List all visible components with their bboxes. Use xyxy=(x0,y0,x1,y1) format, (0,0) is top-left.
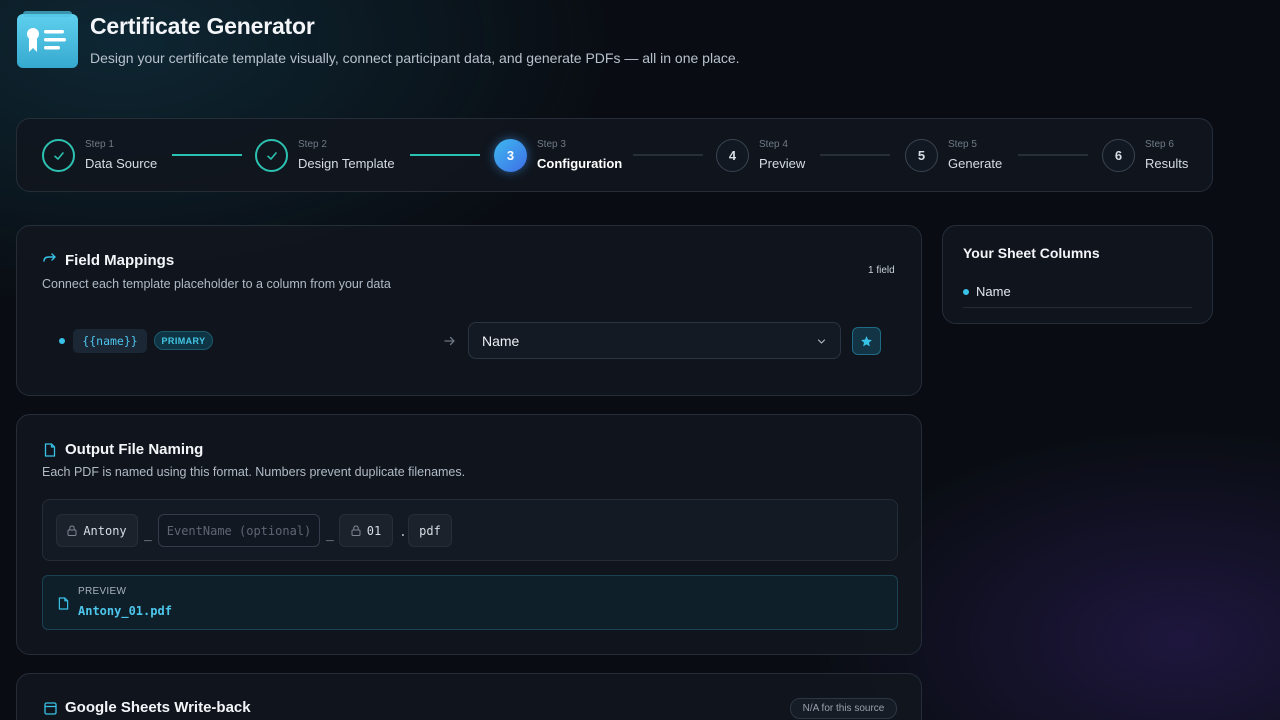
extension-chip: pdf xyxy=(408,514,452,547)
field-mappings-title: Field Mappings xyxy=(65,252,175,269)
number-part-value: 01 xyxy=(366,523,382,538)
step-4-circle[interactable]: 4 xyxy=(716,139,749,172)
field-count: 1 field xyxy=(868,265,895,276)
output-naming-title: Output File Naming xyxy=(65,441,204,458)
filename-preview: PREVIEW Antony_01.pdf xyxy=(42,575,898,630)
step-3-label[interactable]: Configuration xyxy=(537,156,622,171)
dot-separator: . xyxy=(399,525,407,540)
step-connector xyxy=(820,154,890,156)
page-title: Certificate Generator xyxy=(90,13,315,39)
step-4-label[interactable]: Preview xyxy=(759,156,805,171)
field-mappings-description: Connect each template placeholder to a c… xyxy=(42,277,391,291)
preview-label: PREVIEW xyxy=(78,586,127,597)
step-6-label[interactable]: Results xyxy=(1145,156,1188,171)
step-connector xyxy=(633,154,703,156)
lock-icon xyxy=(67,525,77,536)
set-primary-star-button[interactable] xyxy=(852,327,881,355)
separator: _ xyxy=(144,527,152,542)
extension-value: pdf xyxy=(419,523,441,538)
write-back-panel: Google Sheets Write-back N/A for this so… xyxy=(16,673,922,720)
name-part-chip: Antony xyxy=(56,514,138,547)
lock-icon xyxy=(351,525,361,536)
arrow-right-icon xyxy=(444,336,455,346)
event-name-input[interactable]: EventName (optional) xyxy=(158,514,320,547)
placeholder-chip: {{name}} xyxy=(73,329,147,353)
chevron-down-icon xyxy=(817,339,826,344)
step-connector xyxy=(410,154,480,156)
column-select[interactable]: Name xyxy=(468,322,841,359)
number-part-chip: 01 xyxy=(339,514,393,547)
stepper: Step 1 Data Source Step 2 Design Templat… xyxy=(16,118,1213,192)
step-4-number: Step 4 xyxy=(759,139,788,150)
na-badge: N/A for this source xyxy=(790,698,897,719)
name-part-value: Antony xyxy=(83,523,127,538)
sheet-columns-title: Your Sheet Columns xyxy=(963,245,1100,261)
star-icon xyxy=(861,335,872,346)
sheet-columns-panel: Your Sheet Columns Name xyxy=(942,225,1213,324)
file-icon xyxy=(58,597,69,610)
mapping-status-dot xyxy=(59,338,65,344)
step-6-circle[interactable]: 6 xyxy=(1102,139,1135,172)
column-divider xyxy=(963,307,1192,308)
step-5-number: Step 5 xyxy=(948,139,977,150)
step-2-label[interactable]: Design Template xyxy=(298,156,395,171)
column-select-value: Name xyxy=(482,333,520,349)
column-dot xyxy=(963,289,969,295)
output-naming-panel: Output File Naming Each PDF is named usi… xyxy=(16,414,922,655)
primary-badge: PRIMARY xyxy=(154,331,213,350)
link-arrow-icon xyxy=(43,253,56,262)
step-3-circle[interactable]: 3 xyxy=(494,139,527,172)
preview-filename: Antony_01.pdf xyxy=(78,604,172,618)
step-1-label[interactable]: Data Source xyxy=(85,156,157,171)
page-subtitle: Design your certificate template visuall… xyxy=(90,50,740,66)
step-1-check-icon[interactable] xyxy=(42,139,75,172)
step-3-number: Step 3 xyxy=(537,139,566,150)
write-back-title: Google Sheets Write-back xyxy=(65,699,251,716)
step-1-number: Step 1 xyxy=(85,139,114,150)
step-2-number: Step 2 xyxy=(298,139,327,150)
step-2-check-icon[interactable] xyxy=(255,139,288,172)
app-logo-icon xyxy=(17,11,78,68)
output-naming-description: Each PDF is named using this format. Num… xyxy=(42,465,466,479)
separator: _ xyxy=(326,527,334,542)
file-icon xyxy=(44,443,56,457)
step-5-circle[interactable]: 5 xyxy=(905,139,938,172)
sheet-column-item: Name xyxy=(976,284,1011,299)
step-connector xyxy=(1018,154,1088,156)
step-5-label[interactable]: Generate xyxy=(948,156,1002,171)
step-6-number: Step 6 xyxy=(1145,139,1174,150)
field-mappings-panel: Field Mappings Connect each template pla… xyxy=(16,225,922,396)
sheet-icon xyxy=(44,702,57,715)
naming-format-row: Antony _ EventName (optional) _ 01 . pdf xyxy=(42,499,898,561)
step-connector xyxy=(172,154,242,156)
